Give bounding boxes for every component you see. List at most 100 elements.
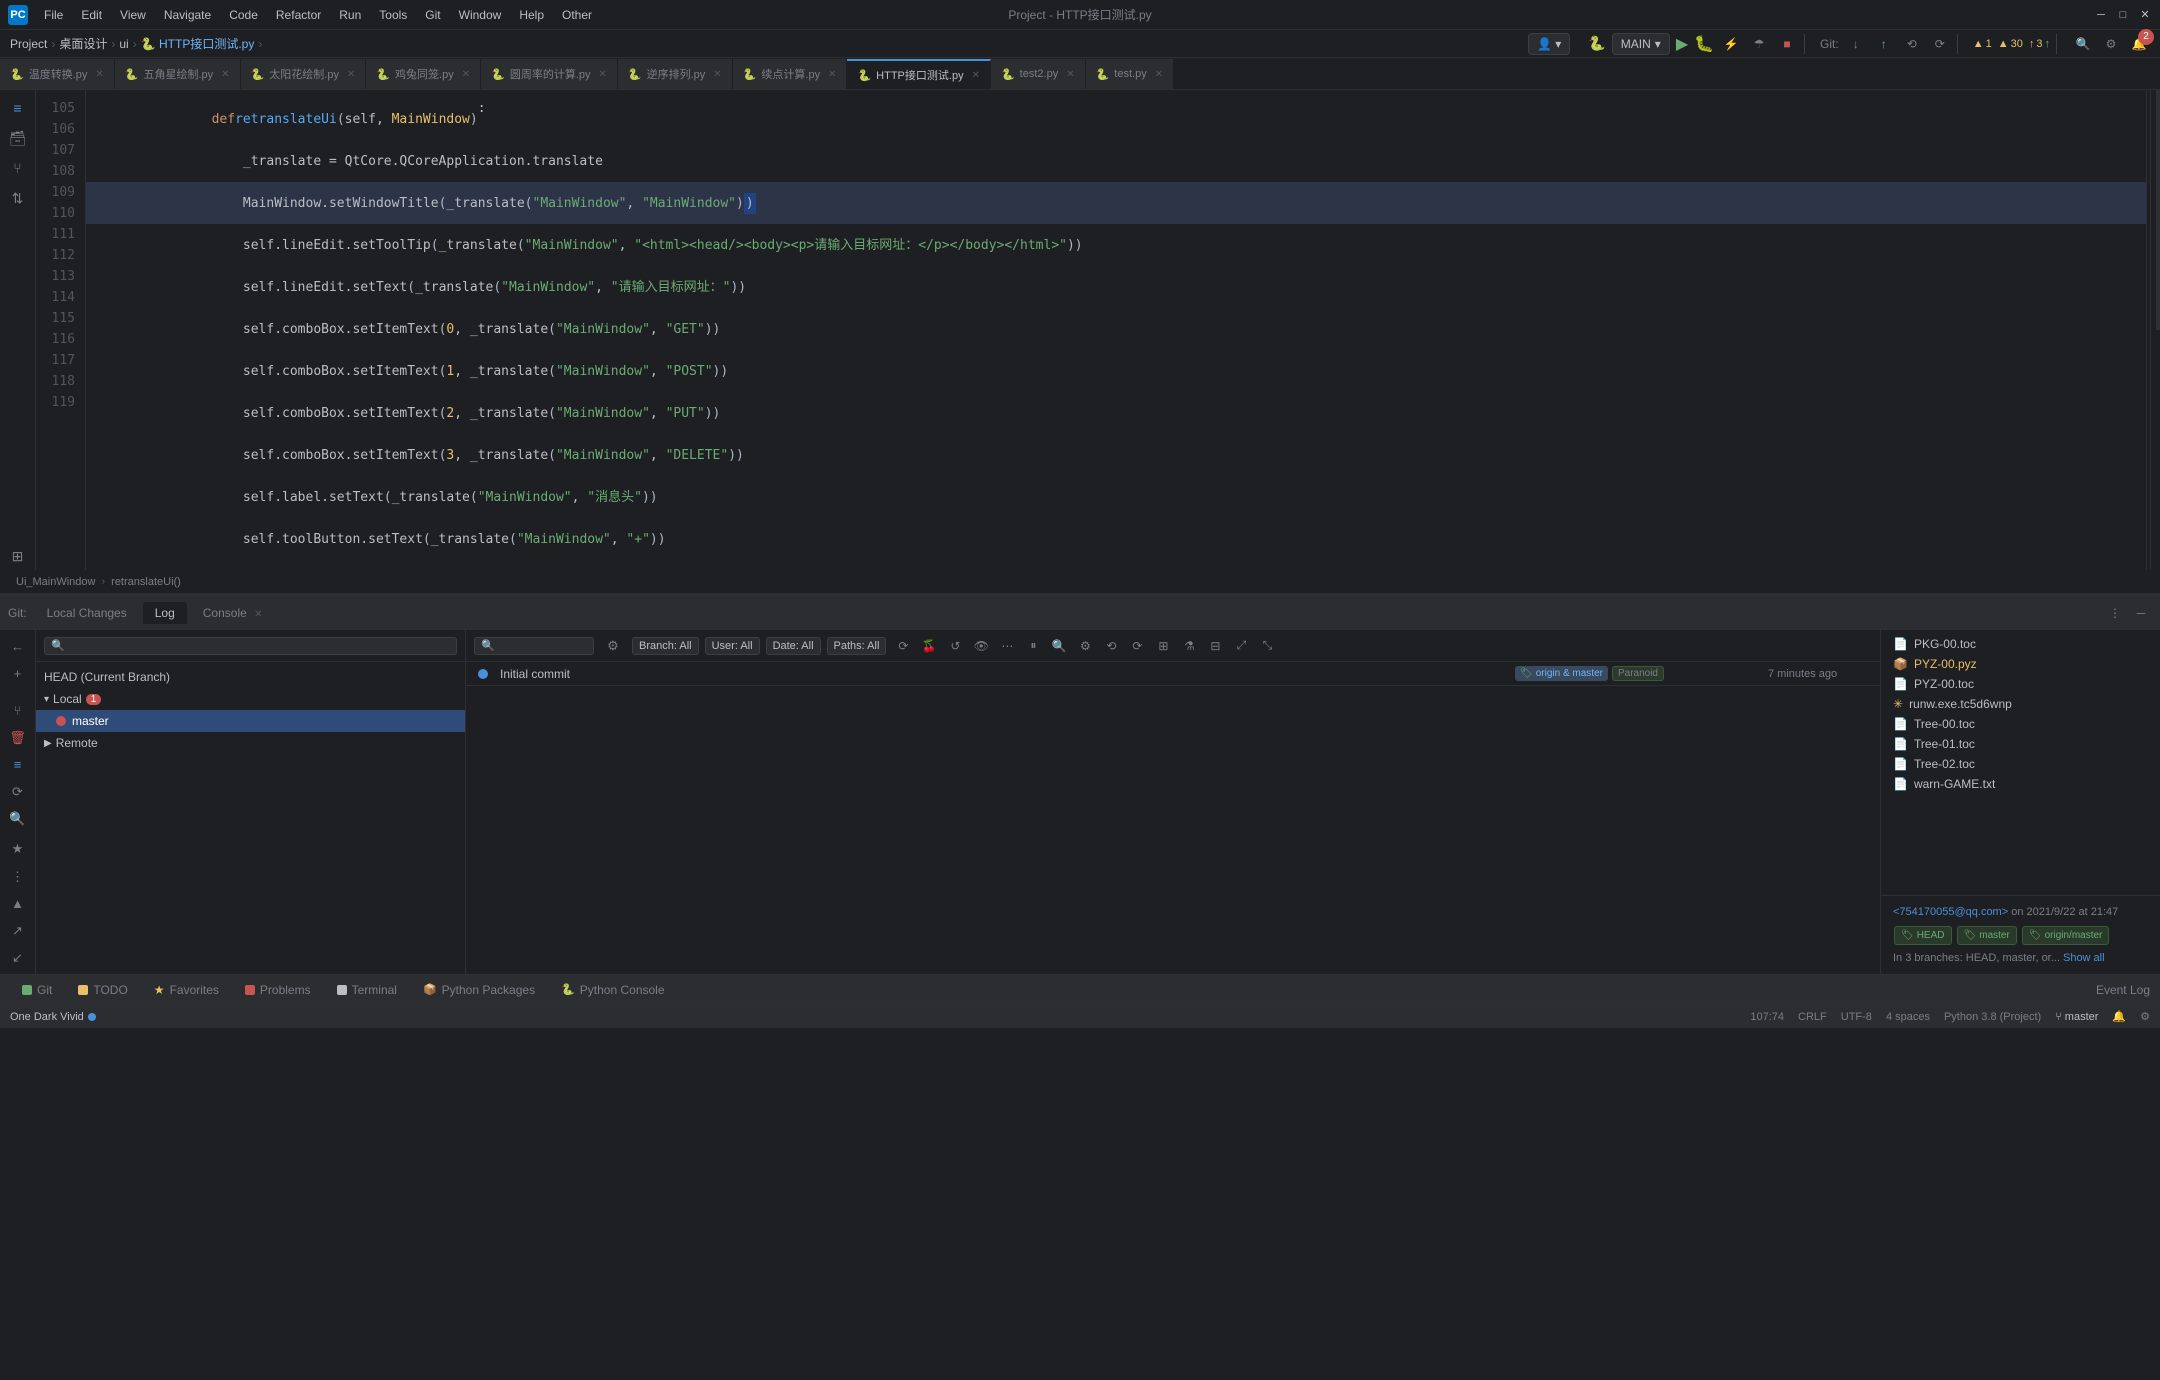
status-branch-item[interactable]: ⑂ master	[2055, 1011, 2098, 1023]
tab-yuanzhou[interactable]: 🐍 圆周率的计算.py ✕	[481, 59, 618, 89]
profile-button[interactable]: ⚡	[1720, 33, 1742, 55]
panel-tab-console[interactable]: Console ✕	[191, 602, 275, 624]
stop-button[interactable]: ■	[1776, 33, 1798, 55]
breadcrumb-file[interactable]: 🐍 HTTP接口测试.py	[141, 35, 255, 52]
sidebar-database-icon[interactable]: 🗃	[4, 124, 32, 152]
head-branch-item[interactable]: HEAD (Current Branch)	[36, 666, 465, 688]
status-encoding[interactable]: UTF-8	[1841, 1011, 1872, 1023]
git-log-icon[interactable]: ≡	[5, 753, 31, 777]
bottom-tab-problems[interactable]: Problems	[233, 980, 323, 1000]
log-search2-icon[interactable]: 🔍	[1048, 635, 1070, 657]
master-branch-item[interactable]: master	[36, 710, 465, 732]
status-indent[interactable]: 4 spaces	[1886, 1011, 1930, 1023]
panel-tab-localchanges[interactable]: Local Changes	[35, 602, 139, 624]
tab-close-0[interactable]: ✕	[95, 69, 103, 80]
run-config-btn[interactable]: MAIN ▾	[1612, 33, 1670, 55]
git-log-search[interactable]	[474, 637, 594, 655]
commit-row-0[interactable]: Initial commit 🏷 origin & master Paranoi…	[466, 662, 1880, 686]
log-fullscreen-icon[interactable]: ⤢	[1230, 635, 1252, 657]
menu-run[interactable]: Run	[331, 6, 369, 24]
tab-xudian[interactable]: 🐍 续点计算.py ✕	[733, 59, 848, 89]
user-btn[interactable]: 👤 ▾	[1528, 33, 1570, 55]
git-star-btn[interactable]: ★	[5, 837, 31, 861]
search-btn-top[interactable]: 🔍	[2072, 33, 2094, 55]
log-grid-icon[interactable]: ⊞	[1152, 635, 1174, 657]
tab-test[interactable]: 🐍 test.py ✕	[1086, 59, 1175, 89]
menu-git[interactable]: Git	[417, 6, 448, 24]
log-redo-icon[interactable]: ⟳	[1126, 635, 1148, 657]
git-add-btn[interactable]: +	[5, 661, 31, 685]
menu-tools[interactable]: Tools	[371, 6, 415, 24]
menu-help[interactable]: Help	[511, 6, 552, 24]
local-group[interactable]: ▾ Local 1	[36, 688, 465, 710]
menu-view[interactable]: View	[112, 6, 154, 24]
status-line-ending[interactable]: CRLF	[1798, 1011, 1827, 1023]
bottom-tab-todo[interactable]: TODO	[66, 980, 139, 1000]
branch-search-input[interactable]	[44, 637, 457, 655]
log-settings-icon[interactable]: ⚙	[1074, 635, 1096, 657]
status-python-version[interactable]: Python 3.8 (Project)	[1944, 1011, 2041, 1023]
log-undo-icon[interactable]: ⟲	[1100, 635, 1122, 657]
log-view-icon[interactable]: 👁	[970, 635, 992, 657]
close-button[interactable]: ✕	[2138, 8, 2152, 22]
bottom-tab-terminal[interactable]: Terminal	[325, 980, 409, 1000]
git-collapse-btn[interactable]: ←	[5, 634, 31, 658]
error-badge[interactable]: ▲30	[1998, 38, 2023, 50]
git-delete-btn[interactable]: 🗑	[5, 726, 31, 750]
user-filter-btn[interactable]: User: All	[705, 637, 760, 655]
warning-badge[interactable]: ▲1	[1973, 38, 1992, 50]
coverage-button[interactable]: ☂	[1748, 33, 1770, 55]
git-file-3[interactable]: ✳ runw.exe.tc5d6wnp	[1881, 694, 2160, 714]
branch-filter-btn[interactable]: Branch: All	[632, 637, 699, 655]
status-position[interactable]: 107:74	[1750, 1011, 1784, 1023]
tab-jitu[interactable]: 🐍 鸡兔同笼.py ✕	[366, 59, 481, 89]
git-update-btn[interactable]: ↓	[1845, 33, 1867, 55]
show-all-link[interactable]: Show all	[2063, 952, 2105, 964]
log-refresh-icon[interactable]: ⟳	[892, 635, 914, 657]
settings-btn[interactable]: ⚙	[2100, 33, 2122, 55]
tab-wendu[interactable]: 🐍 温度转换.py ✕	[0, 59, 115, 89]
run-button[interactable]: ▶	[1676, 34, 1688, 54]
git-search-icon[interactable]: 🔍	[5, 807, 31, 831]
log-collapse-icon[interactable]: ⤡	[1256, 635, 1278, 657]
remote-group[interactable]: ▶ Remote	[36, 732, 465, 754]
tab-http[interactable]: 🐍 HTTP接口测试.py ✕	[847, 59, 991, 89]
date-filter-btn[interactable]: Date: All	[766, 637, 821, 655]
menu-edit[interactable]: Edit	[73, 6, 110, 24]
git-push-btn[interactable]: ↑	[1873, 33, 1895, 55]
sidebar-git-icon[interactable]: ⑂	[4, 154, 32, 182]
tab-close-1[interactable]: ✕	[221, 69, 229, 80]
tab-test2[interactable]: 🐍 test2.py ✕	[991, 59, 1086, 89]
git-file-7[interactable]: 📄 warn-GAME.txt	[1881, 774, 2160, 794]
paths-filter-btn[interactable]: Paths: All	[827, 637, 887, 655]
debug-button[interactable]: 🐛	[1694, 34, 1714, 54]
breadcrumb-class[interactable]: Ui_MainWindow	[16, 576, 95, 588]
breadcrumb-method[interactable]: retranslateUi()	[111, 576, 181, 588]
log-dots-icon[interactable]: ⋯	[996, 635, 1018, 657]
status-settings[interactable]: ⚙	[2140, 1010, 2150, 1023]
menu-refactor[interactable]: Refactor	[268, 6, 329, 24]
git-file-4[interactable]: 📄 Tree-00.toc	[1881, 714, 2160, 734]
git-rollback-btn[interactable]: ⟳	[1929, 33, 1951, 55]
status-notifications[interactable]: 🔔	[2112, 1010, 2126, 1023]
tab-close-7[interactable]: ✕	[972, 70, 980, 81]
breadcrumb-folder[interactable]: 桌面设计	[59, 35, 107, 52]
git-fetch-btn[interactable]: ⟳	[5, 780, 31, 804]
git-more-btn[interactable]: ⋮	[5, 865, 31, 889]
panel-tab-log[interactable]: Log	[143, 602, 187, 624]
git-branch-icon[interactable]: ⑂	[5, 699, 31, 723]
bottom-tab-git[interactable]: Git	[10, 980, 64, 1000]
panel-minimize-btn[interactable]: ─	[2130, 602, 2152, 624]
tab-close-3[interactable]: ✕	[462, 69, 470, 80]
log-cherry-icon[interactable]: 🍒	[918, 635, 940, 657]
log-expand-icon[interactable]: ⊟	[1204, 635, 1226, 657]
log-filter2-icon[interactable]: ⚗	[1178, 635, 1200, 657]
menu-other[interactable]: Other	[554, 6, 600, 24]
maximize-button[interactable]: □	[2116, 8, 2130, 22]
panel-menu-btn[interactable]: ⋮	[2104, 602, 2126, 624]
sidebar-project-icon[interactable]: ≡	[4, 94, 32, 122]
git-expand2-btn[interactable]: ↙	[5, 946, 31, 970]
git-expand-btn[interactable]: ↗	[5, 919, 31, 943]
menu-navigate[interactable]: Navigate	[156, 6, 219, 24]
tab-close-9[interactable]: ✕	[1155, 69, 1163, 80]
